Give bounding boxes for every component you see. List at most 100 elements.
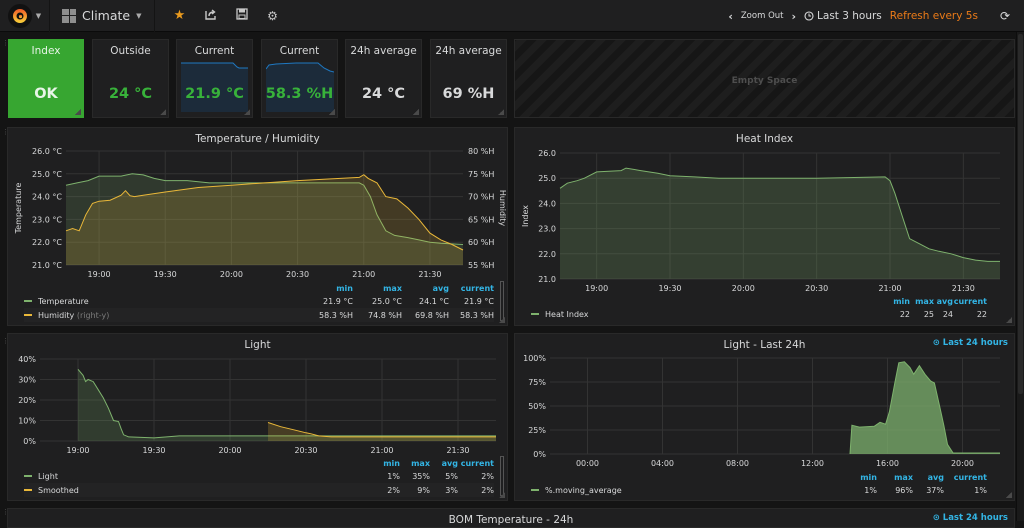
resize-handle[interactable]	[499, 492, 505, 498]
panel-title: 24h average	[350, 45, 417, 57]
legend-swatch	[24, 314, 32, 316]
x-tick-label: 20:00	[218, 446, 241, 455]
legend-item[interactable]: %.moving_average 1% 96% 37% 1%	[531, 483, 987, 497]
panel-title: Current	[194, 45, 235, 57]
x-tick-label: 19:00	[66, 446, 89, 455]
x-tick-label: 20:00	[220, 270, 243, 278]
x-tick-label: 20:00	[732, 284, 755, 293]
resize-handle[interactable]	[160, 109, 166, 115]
y-tick-label: 24.0 °C	[32, 193, 62, 202]
panel-light-24h[interactable]: Light - Last 24h ⊙ Last 24 hours 100% 75%…	[514, 333, 1015, 501]
time-override-link[interactable]: ⊙ Last 24 hours	[933, 513, 1008, 523]
row-drag-handle[interactable]: ⋮	[2, 40, 9, 47]
legend-max: 9%	[417, 485, 430, 495]
legend-current: 1%	[974, 485, 987, 495]
scrollbar-thumb[interactable]	[1018, 34, 1023, 394]
zoom-out-button[interactable]: Zoom Out	[741, 11, 784, 21]
y-tick-label: 40%	[18, 355, 36, 364]
x-tick-label: 20:30	[805, 284, 828, 293]
share-icon[interactable]	[204, 8, 218, 23]
legend-label: Temperature	[38, 296, 89, 306]
legend-min: 22	[899, 309, 910, 319]
refresh-interval[interactable]: Refresh every 5s	[890, 10, 978, 22]
resize-handle[interactable]	[1006, 317, 1012, 323]
settings-gear-icon[interactable]: ⚙	[266, 9, 280, 23]
legend-head-avg: avg	[927, 472, 944, 482]
legend-swatch	[531, 489, 539, 491]
legend-max: 25	[923, 309, 934, 319]
legend-max: 25.0 °C	[372, 296, 402, 306]
stat-panel-current-temperature[interactable]: Current 21.9 °C	[176, 39, 253, 118]
panel-light[interactable]: Light 40% 30% 20% 10% 0% 19:00 19:30 20:00 20:30…	[7, 333, 508, 501]
resize-handle[interactable]	[1006, 492, 1012, 498]
grafana-menu-button[interactable]: ▼	[0, 0, 50, 32]
row-drag-handle[interactable]: ⋮	[2, 338, 9, 345]
y-tick-label: 23.0 °C	[32, 215, 62, 224]
y-tick-label: 24.0	[538, 199, 556, 208]
chevron-right-icon[interactable]: ›	[791, 10, 796, 23]
chart-heat-index[interactable]: 26.0 25.0 24.0 23.0 22.0 21.0 19:00 19:30 20:00 2…	[515, 128, 1016, 293]
legend-swatch	[24, 489, 32, 491]
save-icon[interactable]	[235, 8, 249, 23]
legend-head-avg: avg	[441, 458, 458, 468]
legend-swatch	[24, 300, 32, 302]
legend-swatch	[531, 313, 539, 315]
clock-icon: ⊙	[932, 513, 940, 523]
legend-avg: 37%	[926, 485, 944, 495]
star-icon[interactable]: ★	[173, 8, 187, 23]
resize-handle[interactable]	[413, 109, 419, 115]
panel-title: Outside	[110, 45, 151, 57]
legend-item[interactable]: Smoothed 2% 9% 3% 2%	[24, 483, 494, 497]
time-range-label: Last 3 hours	[817, 10, 882, 22]
caret-down-icon: ▼	[35, 11, 42, 20]
time-range-picker[interactable]: Last 3 hours	[804, 10, 882, 22]
legend-light: min max avg current Light 1% 35% 5% 2% S…	[24, 456, 504, 498]
resize-handle[interactable]	[499, 317, 505, 323]
panel-title: 24h average	[435, 45, 502, 57]
legend-heat-index: min max avg current Heat Index 22 25 24 …	[531, 294, 987, 322]
row-drag-handle[interactable]: ⋮	[2, 129, 9, 136]
dashboard-picker[interactable]: Climate ▼	[50, 0, 155, 32]
legend-axis-note: (right-y)	[76, 310, 110, 320]
chart-light[interactable]: 40% 30% 20% 10% 0% 19:00 19:30 20:00 20:30 21:00 2…	[8, 334, 509, 459]
legend-item[interactable]: Light 1% 35% 5% 2%	[24, 469, 494, 483]
legend-scrollbar[interactable]	[500, 281, 504, 321]
refresh-icon[interactable]: ⟳	[1000, 9, 1010, 23]
top-navbar: ▼ Climate ▼ ★ ⚙ ‹ Zoom Out › Last 3 hour…	[0, 0, 1024, 32]
stat-panel-24h-avg-temperature[interactable]: 24h average 24 °C	[345, 39, 422, 118]
y-tick-label: 10%	[18, 417, 36, 426]
page-scrollbar[interactable]	[1016, 32, 1024, 521]
x-tick-label: 19:30	[142, 446, 165, 455]
panel-bom-temperature[interactable]: BOM Temperature - 24h ⊙ Last 24 hours	[7, 508, 1015, 528]
panel-temperature-humidity[interactable]: Temperature / Humidity 26.0 °C 25.0 °C 24.…	[7, 127, 508, 326]
legend-item[interactable]: Temperature 21.9 °C 25.0 °C 24.1 °C 21.9…	[24, 294, 494, 308]
stat-panel-index[interactable]: Index OK	[8, 39, 84, 118]
resize-handle[interactable]	[329, 109, 335, 115]
resize-handle[interactable]	[498, 109, 504, 115]
x-tick-label: 21:30	[446, 446, 469, 455]
legend-min: 21.9 °C	[323, 296, 353, 306]
stat-panel-24h-avg-humidity[interactable]: 24h average 69 %H	[430, 39, 507, 118]
legend-head-min: min	[893, 296, 910, 306]
legend-scrollbar[interactable]	[500, 456, 504, 496]
stat-panel-outside[interactable]: Outside 24 °C	[92, 39, 169, 118]
resize-handle[interactable]	[244, 109, 250, 115]
chevron-left-icon[interactable]: ‹	[728, 10, 733, 23]
panel-title: BOM Temperature - 24h	[448, 514, 574, 526]
chart-temperature-humidity[interactable]: 26.0 °C 25.0 °C 24.0 °C 23.0 °C 22.0 °C 21.0 …	[8, 128, 509, 278]
legend-item[interactable]: Heat Index 22 25 24 22	[531, 307, 987, 321]
empty-space-label: Empty Space	[731, 76, 798, 86]
row-drag-handle[interactable]: ⋮	[2, 509, 9, 516]
dashboard-grid-icon	[62, 8, 76, 23]
series-area--moving-average	[850, 361, 1000, 454]
legend-label: Light	[38, 471, 58, 481]
chart-light-24h[interactable]: 100% 75% 50% 25% 0% 00:00 04:00 08:00 12:00 16:00…	[515, 334, 1016, 469]
legend-head-current: current	[953, 296, 987, 306]
caret-down-icon: ▼	[136, 11, 142, 20]
stat-panel-current-humidity[interactable]: Current 58.3 %H	[261, 39, 338, 118]
legend-item[interactable]: Humidity (right-y) 58.3 %H 74.8 %H 69.8 …	[24, 308, 494, 322]
resize-handle[interactable]	[75, 109, 81, 115]
panel-heat-index[interactable]: Heat Index 26.0 25.0 24.0 23.0 22.0 21.0 19:00…	[514, 127, 1015, 326]
x-tick-label: 19:00	[88, 270, 111, 278]
x-tick-label: 21:30	[952, 284, 975, 293]
